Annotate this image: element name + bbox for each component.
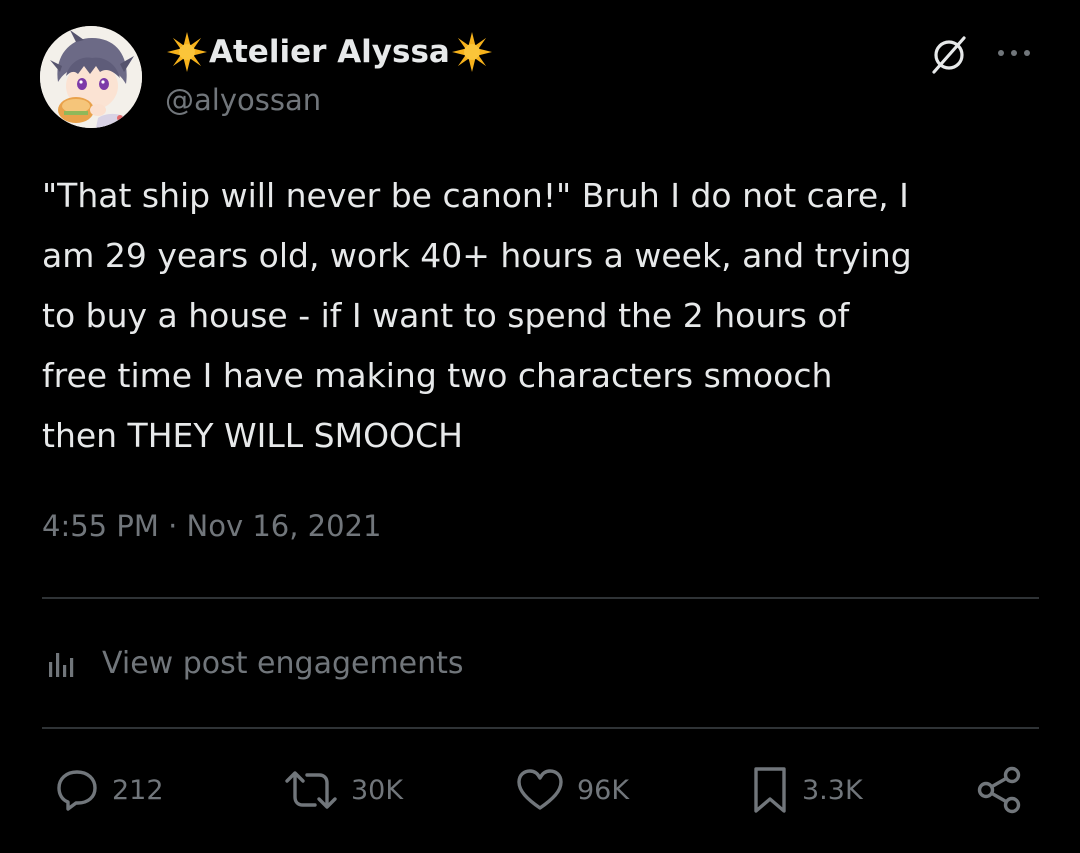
post-text: "That ship will never be canon!" Bruh I … [42,166,1052,466]
author-display-name[interactable]: Atelier Alyssa [165,28,494,76]
grok-icon[interactable] [928,34,970,76]
share-icon [977,766,1021,814]
analytics-icon [49,653,74,677]
avatar[interactable] [40,26,142,128]
more-icon[interactable] [992,38,1036,68]
post-text-line: am 29 years old, work 40+ hours a week, … [42,236,912,275]
reply-count: 212 [112,774,164,806]
post-detail: Atelier Alyssa @alyossan "That ship will… [0,0,1080,853]
reply-button[interactable]: 212 [54,762,164,818]
glowing-star-emoji-icon [450,30,494,74]
bookmark-icon [754,767,786,813]
avatar-illustration [40,26,142,128]
display-name-text: Atelier Alyssa [209,34,450,70]
view-engagements-link[interactable]: View post engagements [42,641,464,685]
post-timestamp[interactable]: 4:55 PM · Nov 16, 2021 [42,509,381,543]
post-text-line: then THEY WILL SMOOCH [42,416,463,455]
divider [42,727,1039,729]
glowing-star-emoji-icon [165,30,209,74]
bookmark-button[interactable]: 3.3K [750,762,863,818]
heart-icon [517,769,563,810]
repost-button[interactable]: 30K [283,762,403,818]
like-count: 96K [577,774,630,806]
post-text-line: free time I have making two characters s… [42,356,833,395]
share-button[interactable] [975,762,1025,818]
repost-count: 30K [351,774,404,806]
view-engagements-label: View post engagements [102,645,464,681]
like-button[interactable]: 96K [515,762,629,818]
repost-icon [285,771,337,809]
post-text-line: "That ship will never be canon!" Bruh I … [42,176,909,215]
author-handle[interactable]: @alyossan [165,83,321,117]
post-text-line: to buy a house - if I want to spend the … [42,296,850,335]
bookmark-count: 3.3K [802,774,863,806]
reply-icon [57,770,97,811]
divider [42,597,1039,599]
